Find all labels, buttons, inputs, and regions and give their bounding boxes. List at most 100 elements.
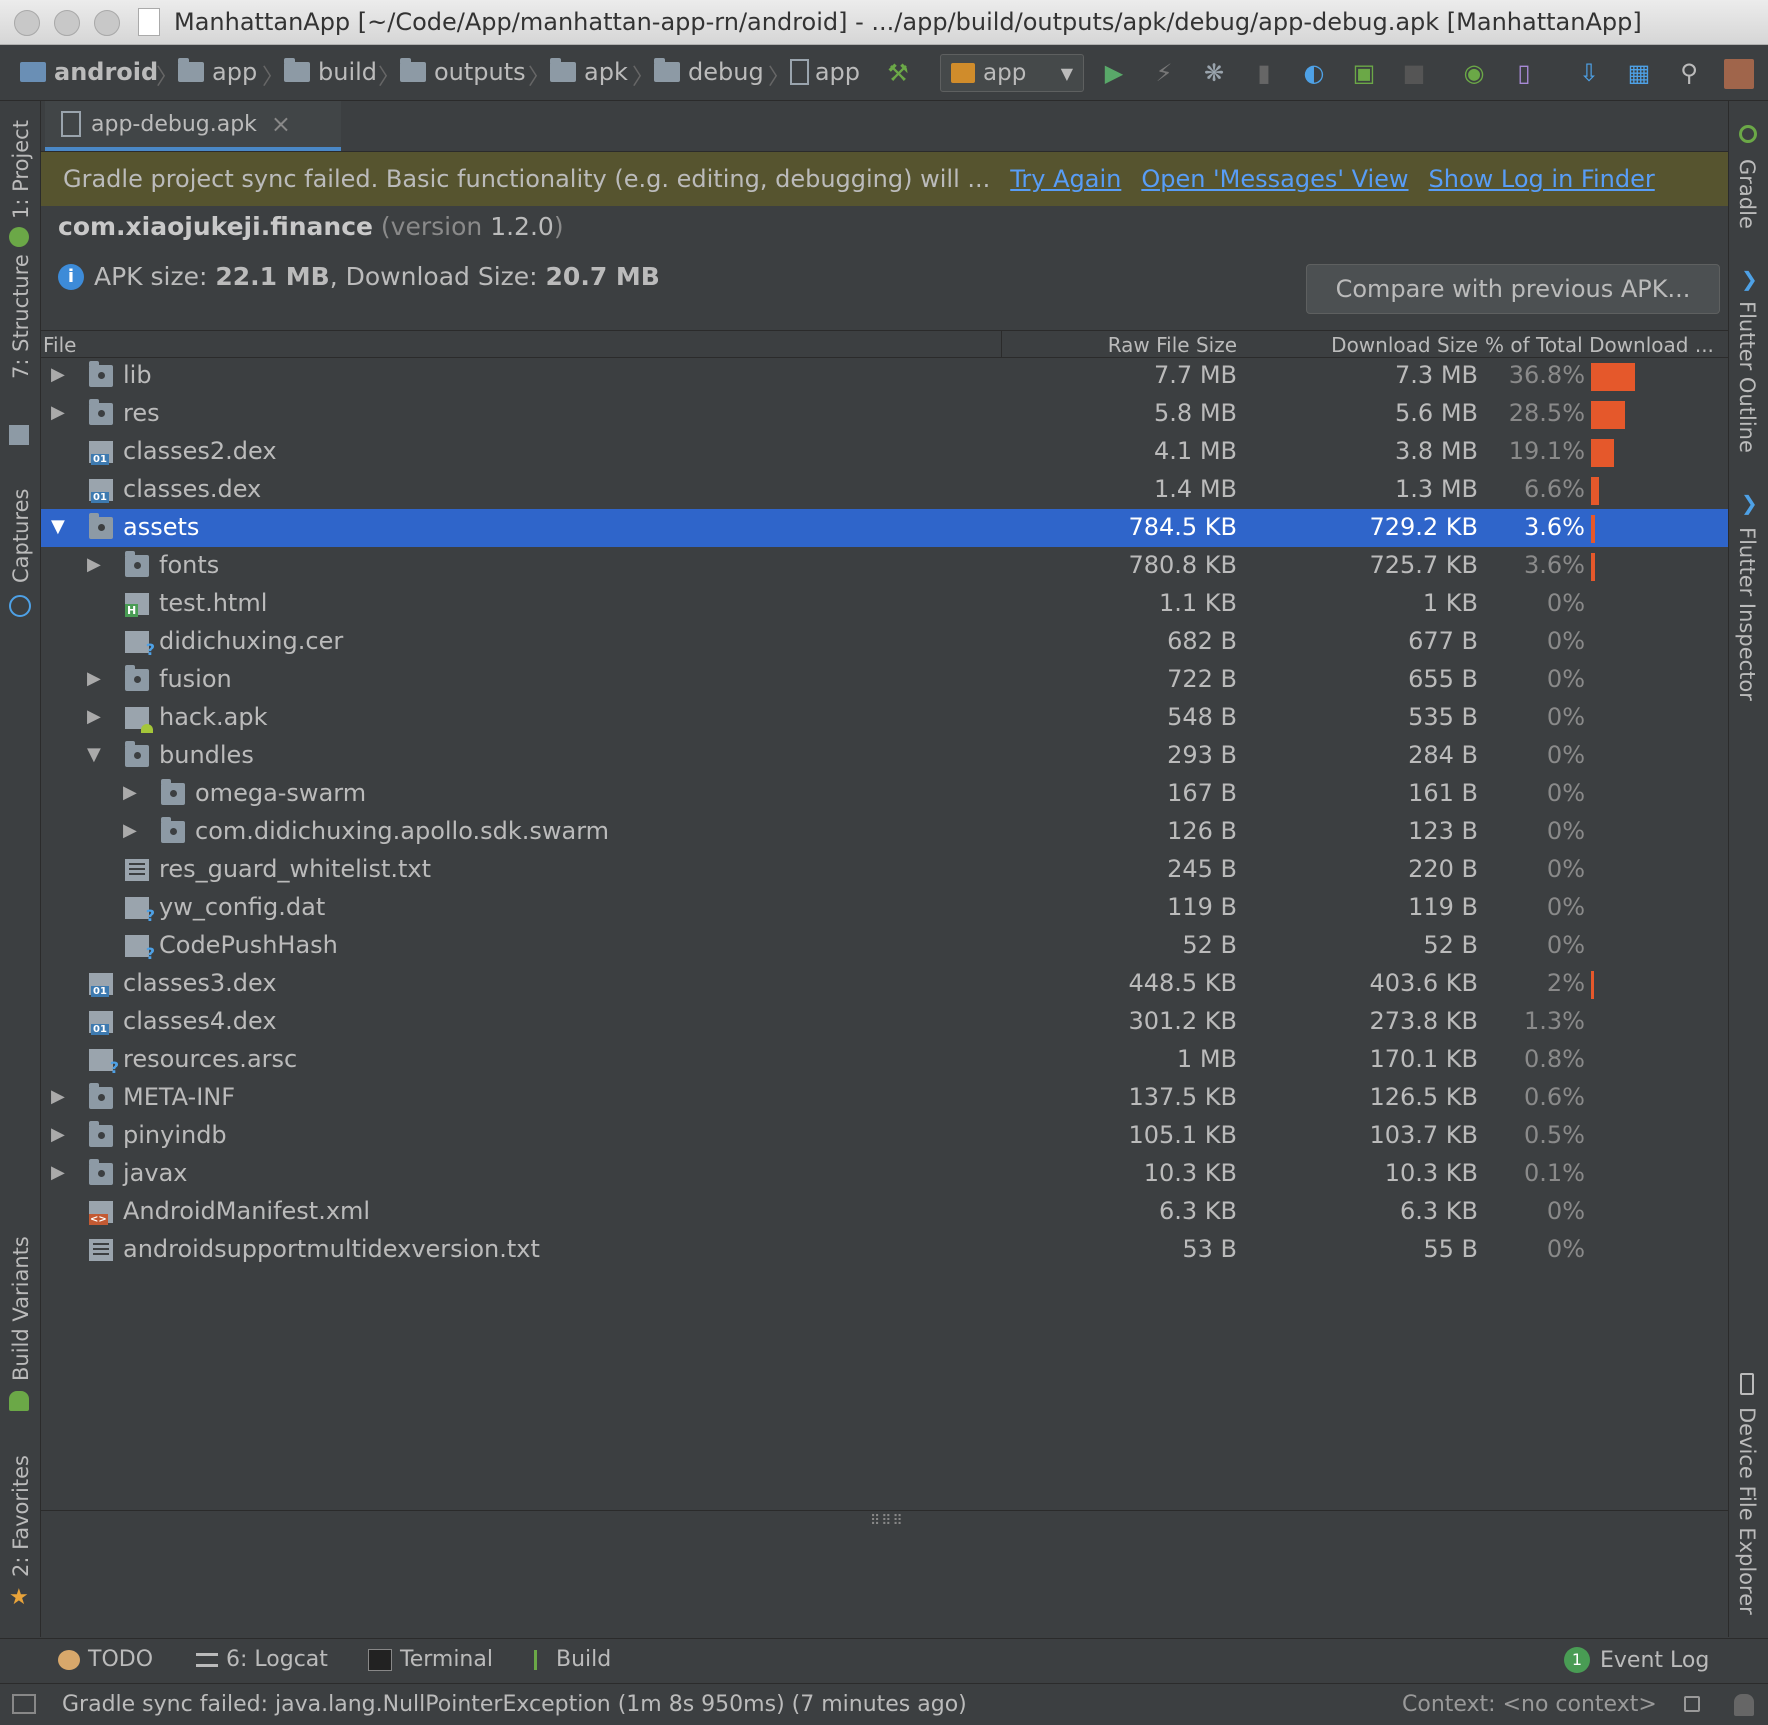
- collapsed-arrow-icon[interactable]: ▶: [51, 1162, 65, 1183]
- search-icon[interactable]: ⚲: [1675, 59, 1703, 87]
- breadcrumb-outputs[interactable]: outputs: [400, 57, 526, 87]
- tab-structure[interactable]: 7: Structure: [9, 254, 33, 379]
- unknown-file-icon: [125, 631, 155, 659]
- expanded-arrow-icon[interactable]: ▼: [87, 744, 101, 765]
- collapsed-arrow-icon[interactable]: ▶: [51, 402, 65, 423]
- table-row[interactable]: resources.arsc 1 MB 170.1 KB 0.8%: [41, 1041, 1728, 1079]
- tab-flutter-inspector[interactable]: Flutter Inspector: [1735, 527, 1759, 701]
- zoom-window-button[interactable]: [94, 10, 120, 36]
- table-row[interactable]: ▶ com.didichuxing.apollo.sdk.swarm 126 B 12…: [41, 813, 1728, 851]
- tab-favorites[interactable]: 2: Favorites: [9, 1455, 33, 1577]
- minimize-window-button[interactable]: [54, 10, 80, 36]
- table-row[interactable]: classes.dex 1.4 MB 1.3 MB 6.6%: [41, 471, 1728, 509]
- table-row[interactable]: yw_config.dat 119 B 119 B 0%: [41, 889, 1728, 927]
- tab-device-file-explorer[interactable]: Device File Explorer: [1735, 1407, 1759, 1615]
- table-row[interactable]: ▶ lib 7.7 MB 7.3 MB 36.8%: [41, 357, 1728, 395]
- build-hammer-icon[interactable]: ⚒: [884, 59, 912, 87]
- table-row[interactable]: ▶ omega-swarm 167 B 161 B 0%: [41, 775, 1728, 813]
- column-divider[interactable]: [1001, 331, 1002, 357]
- table-row[interactable]: ▶ hack.apk 548 B 535 B 0%: [41, 699, 1728, 737]
- download-share-bar: [1591, 401, 1626, 429]
- collapsed-arrow-icon[interactable]: ▶: [87, 706, 101, 727]
- collapsed-arrow-icon[interactable]: ▶: [123, 782, 137, 803]
- toggle-tool-windows-icon[interactable]: [12, 1694, 36, 1714]
- table-row[interactable]: classes3.dex 448.5 KB 403.6 KB 2%: [41, 965, 1728, 1003]
- profile-icon[interactable]: ▮: [1250, 59, 1278, 87]
- close-window-button[interactable]: [14, 10, 40, 36]
- raw-file-size: 780.8 KB: [1128, 551, 1237, 579]
- table-row[interactable]: classes4.dex 301.2 KB 273.8 KB 1.3%: [41, 1003, 1728, 1041]
- project-structure-icon[interactable]: ▦: [1625, 59, 1653, 87]
- column-header-percent-total[interactable]: % of Total Download ...: [1485, 333, 1725, 357]
- table-row[interactable]: ▶ javax 10.3 KB 10.3 KB 0.1%: [41, 1155, 1728, 1193]
- sdk-manager-icon[interactable]: ⇩: [1575, 59, 1603, 87]
- collapsed-arrow-icon[interactable]: ▶: [51, 364, 65, 385]
- performance-gauge-icon[interactable]: ◐: [1300, 59, 1328, 87]
- breadcrumb-debug[interactable]: debug: [654, 57, 764, 87]
- table-row[interactable]: res_guard_whitelist.txt 245 B 220 B 0%: [41, 851, 1728, 889]
- breadcrumb-apk-file[interactable]: app: [790, 57, 860, 87]
- column-header-raw-file-size[interactable]: Raw File Size: [1108, 333, 1237, 357]
- table-row[interactable]: ▶ fusion 722 B 655 B 0%: [41, 661, 1728, 699]
- breadcrumb-apk[interactable]: apk: [550, 57, 628, 87]
- apply-changes-icon[interactable]: ⚡: [1150, 59, 1178, 87]
- table-row[interactable]: ▼ assets 784.5 KB 729.2 KB 3.6%: [41, 509, 1728, 547]
- table-row[interactable]: ▶ res 5.8 MB 5.6 MB 28.5%: [41, 395, 1728, 433]
- run-icon[interactable]: ▶: [1100, 59, 1128, 87]
- table-row[interactable]: CodePushHash 52 B 52 B 0%: [41, 927, 1728, 965]
- open-messages-view-link[interactable]: Open 'Messages' View: [1141, 165, 1408, 193]
- stop-icon[interactable]: ■: [1400, 59, 1428, 87]
- debug-icon[interactable]: ❋: [1200, 59, 1228, 87]
- tab-logcat[interactable]: 6: Logcat: [196, 1647, 328, 1672]
- table-row[interactable]: ▶ META-INF 137.5 KB 126.5 KB 0.6%: [41, 1079, 1728, 1117]
- collapsed-arrow-icon[interactable]: ▶: [123, 820, 137, 841]
- tab-captures[interactable]: Captures: [9, 489, 33, 583]
- collapsed-arrow-icon[interactable]: ▶: [51, 1124, 65, 1145]
- hector-icon[interactable]: [1734, 1694, 1754, 1716]
- tab-terminal[interactable]: Terminal: [368, 1647, 493, 1672]
- column-header-download-size[interactable]: Download Size: [1331, 333, 1478, 357]
- splitter-grip-icon[interactable]: ⠿⠿⠿: [870, 1513, 904, 1529]
- percent-of-total: 0%: [1546, 817, 1585, 845]
- folder-icon: [89, 1083, 113, 1109]
- tab-build-variants[interactable]: Build Variants: [9, 1236, 33, 1381]
- collapsed-arrow-icon[interactable]: ▶: [87, 668, 101, 689]
- table-row[interactable]: didichuxing.cer 682 B 677 B 0%: [41, 623, 1728, 661]
- tab-build[interactable]: Build: [534, 1647, 611, 1672]
- pane-splitter[interactable]: [41, 1510, 1728, 1511]
- column-header-file[interactable]: File: [43, 333, 76, 357]
- tab-app-debug-apk[interactable]: app-debug.apk ×: [45, 101, 341, 151]
- tab-event-log[interactable]: 1 Event Log: [1564, 1647, 1709, 1673]
- download-share-bar: [1591, 477, 1599, 505]
- collapsed-arrow-icon[interactable]: ▶: [51, 1086, 65, 1107]
- lock-icon[interactable]: [1684, 1696, 1700, 1712]
- table-row[interactable]: classes2.dex 4.1 MB 3.8 MB 19.1%: [41, 433, 1728, 471]
- breadcrumb-android[interactable]: android: [20, 57, 158, 87]
- show-log-in-finder-link[interactable]: Show Log in Finder: [1429, 165, 1655, 193]
- expanded-arrow-icon[interactable]: ▼: [51, 516, 65, 537]
- tab-todo[interactable]: TODO: [58, 1647, 153, 1672]
- tab-flutter-outline[interactable]: Flutter Outline: [1735, 301, 1759, 453]
- table-row[interactable]: ▼ bundles 293 B 284 B 0%: [41, 737, 1728, 775]
- tab-project[interactable]: 1: Project: [9, 120, 33, 219]
- table-row[interactable]: test.html 1.1 KB 1 KB 0%: [41, 585, 1728, 623]
- user-avatar[interactable]: [1724, 59, 1754, 89]
- attach-debugger-icon[interactable]: ▣: [1350, 59, 1378, 87]
- avd-manager-icon[interactable]: ▯: [1510, 59, 1538, 87]
- compare-with-previous-apk-button[interactable]: Compare with previous APK...: [1306, 264, 1720, 314]
- breadcrumb-app[interactable]: app: [178, 57, 257, 87]
- tab-label: TODO: [88, 1647, 154, 1672]
- close-icon[interactable]: ×: [271, 110, 291, 138]
- info-icon: i: [58, 263, 84, 290]
- sync-gradle-icon[interactable]: ◉: [1460, 59, 1488, 87]
- table-row[interactable]: ▶ pinyindb 105.1 KB 103.7 KB 0.5%: [41, 1117, 1728, 1155]
- status-message[interactable]: Gradle sync failed: java.lang.NullPointe…: [62, 1692, 967, 1717]
- table-row[interactable]: AndroidManifest.xml 6.3 KB 6.3 KB 0%: [41, 1193, 1728, 1231]
- run-configuration-select[interactable]: app ▼: [940, 54, 1084, 92]
- tab-gradle[interactable]: Gradle: [1735, 159, 1759, 229]
- breadcrumb-build[interactable]: build: [284, 57, 377, 87]
- table-row[interactable]: ▶ fonts 780.8 KB 725.7 KB 3.6%: [41, 547, 1728, 585]
- try-again-link[interactable]: Try Again: [1010, 165, 1121, 193]
- table-row[interactable]: androidsupportmultidexversion.txt 53 B 55 …: [41, 1231, 1728, 1269]
- collapsed-arrow-icon[interactable]: ▶: [87, 554, 101, 575]
